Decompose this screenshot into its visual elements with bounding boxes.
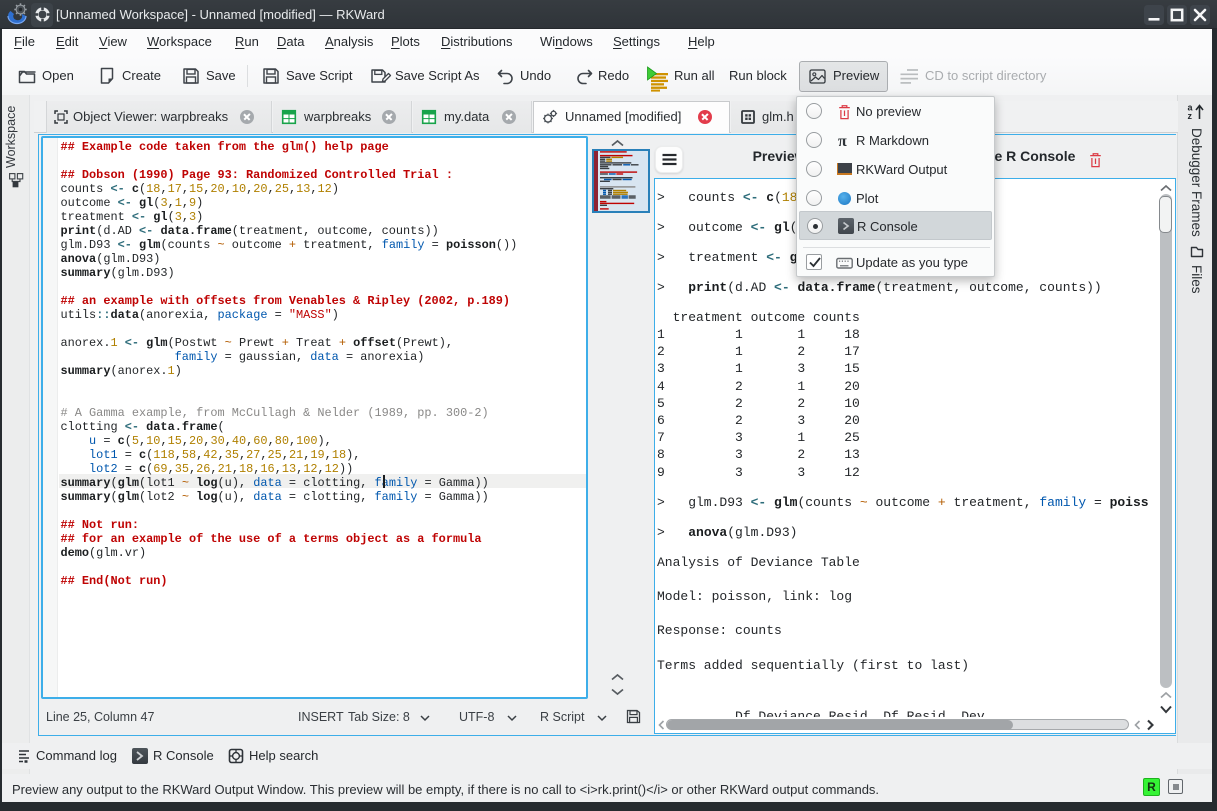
svg-text:z: z	[1188, 111, 1193, 121]
svg-text:π: π	[838, 133, 847, 149]
